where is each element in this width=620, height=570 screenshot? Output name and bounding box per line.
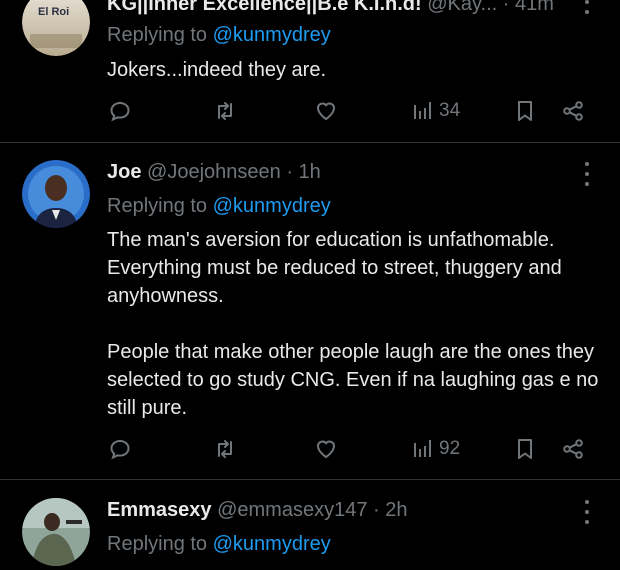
- display-name[interactable]: KG||Inner Excellence||B.e K.I.n.d!: [107, 0, 422, 15]
- display-name[interactable]: Joe: [107, 161, 141, 183]
- more-icon[interactable]: [584, 162, 590, 186]
- views-icon: [414, 102, 431, 119]
- retweet-button[interactable]: [213, 434, 237, 464]
- heart-icon: [316, 440, 336, 459]
- mention-link[interactable]: @kunmydrey: [213, 24, 331, 46]
- tweet-actions: 92: [0, 434, 620, 464]
- reply-icon: [110, 439, 130, 460]
- reply-button[interactable]: [108, 96, 132, 126]
- views-button[interactable]: 34: [411, 96, 460, 126]
- replying-label: Replying to: [107, 533, 208, 555]
- separator: ·: [502, 0, 515, 15]
- tweet[interactable]: Joe @Joejohnseen · 1h Replying to @kunmy…: [0, 143, 620, 479]
- like-button[interactable]: [314, 434, 338, 464]
- replying-label: Replying to: [107, 195, 208, 217]
- more-icon[interactable]: [584, 500, 590, 524]
- tweet-text: The man's aversion for education is unfa…: [107, 229, 599, 419]
- share-icon: [563, 101, 583, 121]
- avatar-logo-text: El Roi: [38, 6, 70, 18]
- timestamp[interactable]: 2h: [385, 499, 407, 521]
- heart-icon: [316, 102, 336, 121]
- like-button[interactable]: [314, 96, 338, 126]
- separator: ·: [373, 499, 386, 521]
- retweet-button[interactable]: [213, 96, 237, 126]
- views-count: 34: [439, 100, 461, 121]
- retweet-icon: [218, 440, 232, 458]
- display-name[interactable]: Emmasexy: [107, 499, 212, 521]
- more-icon[interactable]: [584, 0, 590, 14]
- user-handle[interactable]: @Joejohnseen: [147, 161, 281, 183]
- bookmark-button[interactable]: [513, 434, 537, 464]
- tweet-header: KG||Inner Excellence||B.e K.I.n.d! @Kay.…: [107, 0, 560, 16]
- timestamp[interactable]: 41m: [515, 0, 554, 15]
- avatar[interactable]: [22, 160, 90, 228]
- tweet-text: Jokers...indeed they are.: [107, 59, 327, 81]
- views-count: 92: [439, 438, 461, 459]
- share-button[interactable]: [561, 434, 585, 464]
- separator: ·: [286, 161, 299, 183]
- share-button[interactable]: [561, 96, 585, 126]
- user-handle[interactable]: @Kay...: [427, 0, 497, 15]
- user-handle[interactable]: @emmasexy147: [217, 499, 367, 521]
- tweet[interactable]: Emmasexy @emmasexy147 · 2h Replying to @…: [0, 480, 620, 570]
- reply-button[interactable]: [108, 434, 132, 464]
- views-button[interactable]: 92: [411, 434, 460, 464]
- replying-label: Replying to: [107, 24, 208, 46]
- replying-to: Replying to @kunmydrey: [107, 194, 331, 218]
- bookmark-icon: [518, 439, 532, 459]
- mention-link[interactable]: @kunmydrey: [213, 195, 331, 217]
- replying-to: Replying to @kunmydrey: [107, 23, 331, 47]
- reply-icon: [110, 101, 130, 122]
- tweet[interactable]: El Roi KG||Inner Excellence||B.e K.I.n.d…: [0, 0, 620, 142]
- views-icon: [414, 440, 431, 457]
- mention-link[interactable]: @kunmydrey: [213, 533, 331, 555]
- tweet-header: Joe @Joejohnseen · 1h: [107, 160, 560, 184]
- retweet-icon: [218, 102, 232, 120]
- tweet-actions: 34: [0, 96, 620, 126]
- replying-to: Replying to @kunmydrey: [107, 532, 331, 556]
- timestamp[interactable]: 1h: [299, 161, 321, 183]
- tweet-header: Emmasexy @emmasexy147 · 2h: [107, 498, 560, 522]
- bookmark-icon: [518, 101, 532, 121]
- share-icon: [563, 439, 583, 459]
- bookmark-button[interactable]: [513, 96, 537, 126]
- avatar[interactable]: [22, 498, 90, 566]
